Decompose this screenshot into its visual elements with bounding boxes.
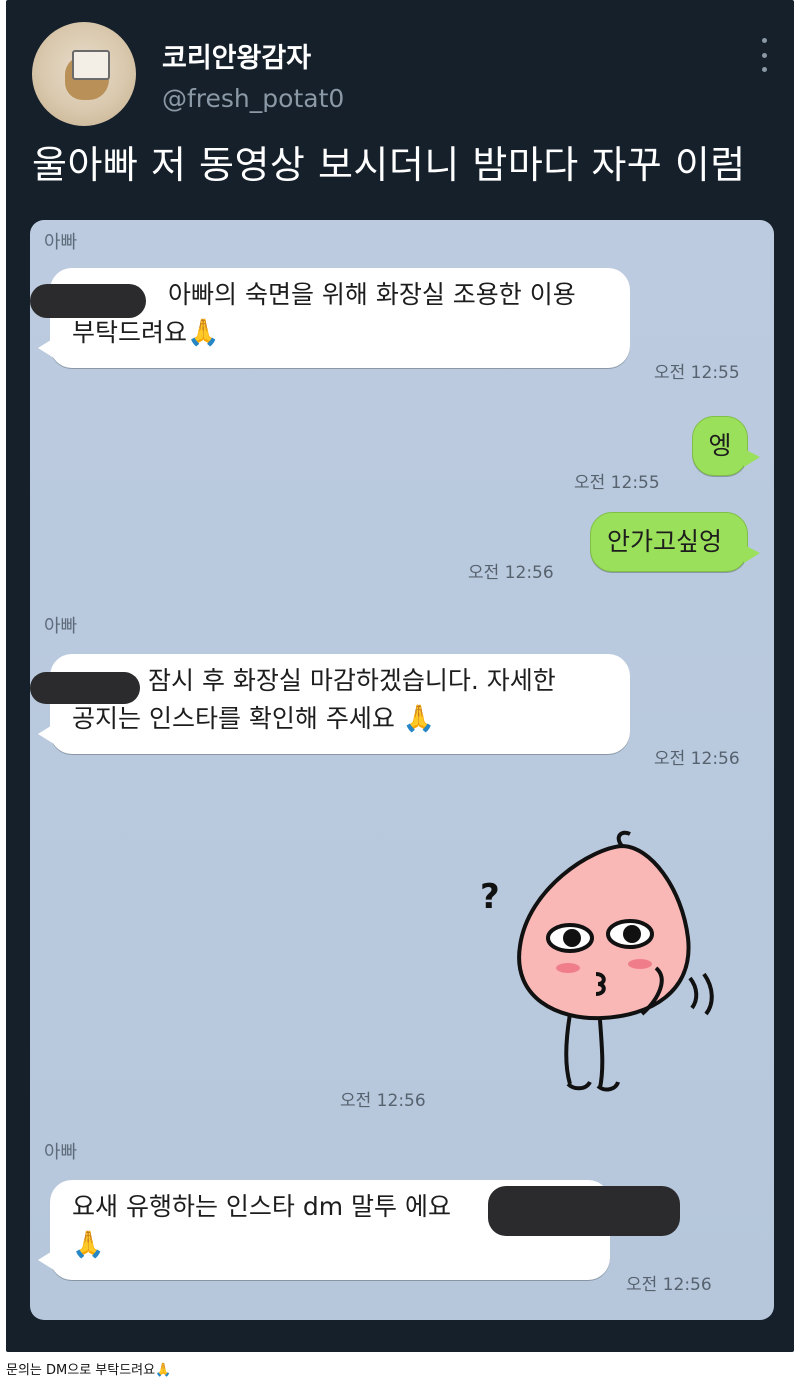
message-bubble: 아빠의 숙면을 위해 화장실 조용한 이용 부탁드려요🙏 [38,268,630,368]
question-mark: ? [480,877,500,917]
pray-emoji: 🙏 [187,318,220,348]
more-vertical-icon[interactable] [754,38,774,72]
my-message-bubble: 안가고싶엉 [590,512,760,572]
sticker-feet [566,1080,620,1092]
apeach-thinking-sticker: ? [480,830,714,1092]
sticker-blush-right [628,959,652,969]
message-time: 오전 12:55 [574,473,660,493]
pray-emoji: 🙏 [402,704,436,734]
chat-screenshot: 아빠 아빠의 숙면을 위해 화장실 조용한 이용 부탁드려요🙏 오전 12:55… [30,220,774,1320]
post-caption: 문의는 DM으로 부탁드려요🙏 [6,1359,171,1378]
my-message-bubble: 엥 [692,416,760,476]
sticker-body [564,1013,605,1089]
sticker-pupil-right [623,925,641,943]
message-time: 오전 12:56 [626,1275,712,1295]
sticker-top [616,830,631,848]
sender-name: 아빠 [44,1142,78,1163]
avatar[interactable] [32,22,136,126]
message-time: 오전 12:56 [340,1091,426,1111]
message-line: 공지는 인스타를 확인해 주세요 🙏 [72,700,608,738]
message-text: 공지는 인스타를 확인해 주세요 [72,704,395,733]
message-time: 오전 12:56 [654,749,740,769]
box-hat-image [72,50,110,80]
message-line: 부탁드려요🙏 [72,314,608,352]
message-time: 오전 12:56 [468,563,554,583]
message-time: 오전 12:55 [654,363,740,383]
sender-name: 아빠 [44,232,78,253]
message-text: 부탁드려요 [72,318,188,347]
caption-text: 문의는 DM으로 부탁드려요 [6,1363,156,1378]
redaction-bar [30,284,146,318]
redaction-bar [488,1186,680,1236]
pray-emoji: 🙏 [155,1363,172,1378]
tweet-text: 울아빠 저 동영상 보시더니 밤마다 자꾸 이럼 [32,143,746,187]
sticker-motion-lines [688,972,714,1016]
message-line: 아빠의 숙면을 위해 화장실 조용한 이용 [168,280,576,309]
sticker-blush-left [556,963,580,973]
sticker-pupil-left [563,929,581,947]
sender-name: 아빠 [44,616,78,637]
message-line: 잠시 후 화장실 마감하겠습니다. 자세한 [148,666,556,695]
user-handle[interactable]: @fresh_potat0 [162,84,344,113]
message-bubble: 잠시 후 화장실 마감하겠습니다. 자세한 공지는 인스타를 확인해 주세요 🙏 [38,654,630,754]
display-name[interactable]: 코리안왕감자 [162,36,311,75]
redaction-bar [30,672,140,704]
